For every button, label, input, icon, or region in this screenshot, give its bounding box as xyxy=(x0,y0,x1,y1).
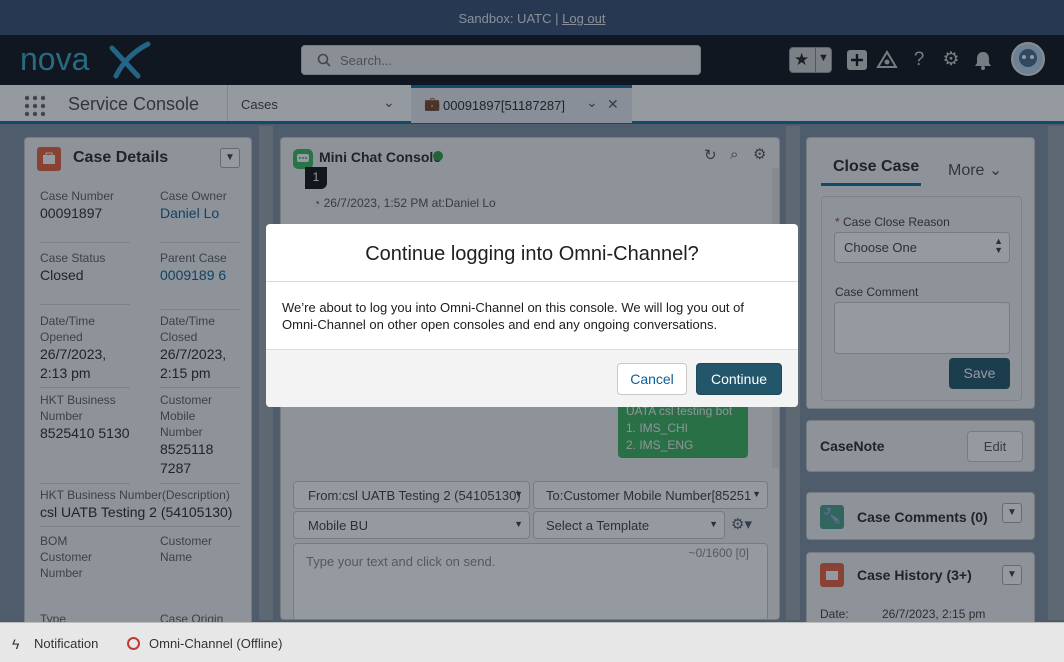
lightning-icon: ϟ xyxy=(12,636,20,652)
offline-status-icon xyxy=(127,637,140,650)
modal-title: Continue logging into Omni-Channel? xyxy=(266,224,798,282)
utility-bar: ϟ Notification Omni-Channel (Offline) xyxy=(0,622,1064,662)
modal-body: We’re about to log you into Omni-Channel… xyxy=(266,282,798,350)
omni-channel-item[interactable]: Omni-Channel (Offline) xyxy=(149,636,282,651)
cancel-button[interactable]: Cancel xyxy=(617,363,687,395)
notification-item[interactable]: Notification xyxy=(34,636,98,651)
continue-button[interactable]: Continue xyxy=(696,363,782,395)
modal-footer: Cancel Continue xyxy=(266,350,798,407)
omni-channel-modal: Continue logging into Omni-Channel? We’r… xyxy=(266,224,798,407)
